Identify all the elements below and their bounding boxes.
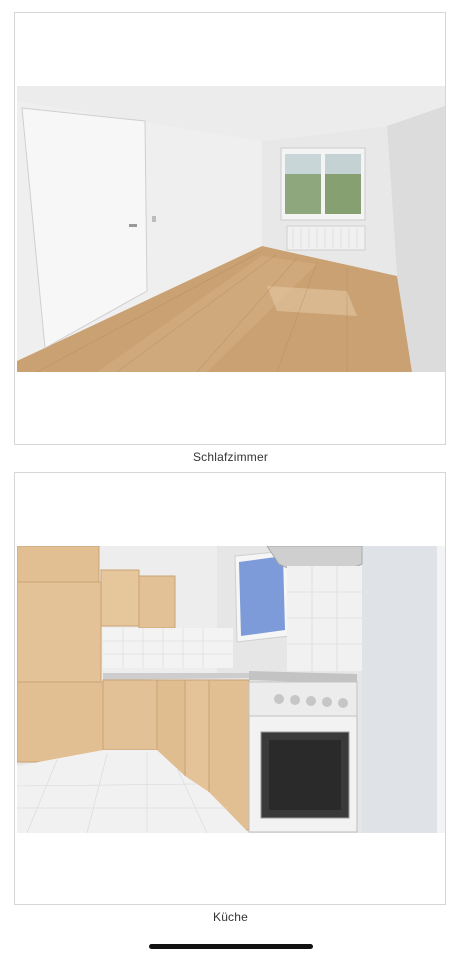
photo-card-bedroom[interactable] (14, 12, 446, 445)
photo-caption: Schlafzimmer (192, 450, 269, 464)
bedroom-photo[interactable] (17, 86, 445, 372)
home-indicator[interactable] (149, 944, 313, 949)
photo-card-kitchen[interactable] (14, 472, 446, 905)
kitchen-image (17, 546, 445, 833)
photo-caption: Küche (212, 910, 249, 924)
bedroom-image (17, 86, 445, 372)
kitchen-photo[interactable] (17, 546, 445, 833)
